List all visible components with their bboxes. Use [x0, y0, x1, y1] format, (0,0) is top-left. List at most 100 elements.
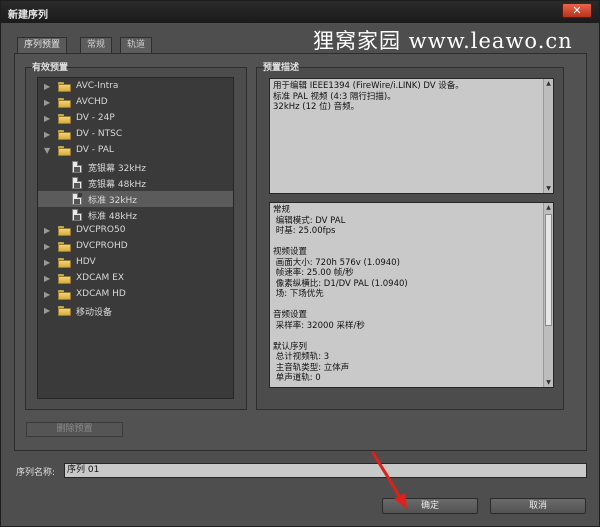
tree-item[interactable]: ▶ DVCPROHD [38, 239, 233, 255]
tab-tracks[interactable]: 轨道 [120, 37, 153, 53]
tree-item[interactable]: ▼ DV - PAL [38, 143, 233, 159]
tree-item-label: 宽银幕 32kHz [88, 164, 147, 174]
description-group-label: 预置描述 [263, 63, 300, 73]
scroll-down-icon[interactable]: ▼ [544, 184, 553, 193]
tree-item-label: 标准 48kHz [88, 212, 138, 222]
detail-line: 时基: 25.00fps [273, 226, 336, 236]
tree-item[interactable]: ▶ DV - 24P [38, 111, 233, 127]
tree-item[interactable]: ▶ AVC-Intra [38, 79, 233, 95]
tree-item[interactable]: ▶ AVCHD [38, 95, 233, 111]
scroll-up-icon[interactable]: ▲ [544, 203, 553, 212]
tree-item[interactable]: ▶ DV - NTSC [38, 127, 233, 143]
summary-scrollbar[interactable]: ▲ ▼ [543, 79, 553, 193]
summary-line: 用于编辑 IEEE1394 (FireWire/i.LINK) DV 设备。 [273, 81, 464, 91]
tree-item-label: DV - NTSC [76, 129, 123, 139]
detail-line: 音频设置 [273, 310, 308, 320]
detail-line: 像素纵横比: D1/DV PAL (1.0940) [273, 278, 408, 289]
detail-line: 主音轨类型: 立体声 [273, 362, 350, 373]
tree-item[interactable]: 宽银幕 32kHz [38, 159, 233, 175]
preset-details-text: 常规 编辑模式: DV PAL 时基: 25.00fps 视频设置 画面大小: … [273, 205, 550, 384]
tree-item[interactable]: ▶ HDV [38, 255, 233, 271]
folder-icon [58, 258, 71, 268]
folder-icon [58, 306, 71, 316]
detail-line: 编辑模式: DV PAL [273, 215, 346, 226]
folder-icon [58, 98, 71, 108]
tree-item[interactable]: 标准 32kHz [38, 191, 233, 207]
chevron-right-icon[interactable]: ▶ [44, 130, 54, 140]
tree-item-label: DV - PAL [76, 145, 114, 155]
close-button[interactable]: ✕ [562, 3, 592, 18]
dialog-title: 新建序列 [8, 10, 48, 21]
preset-summary-box[interactable]: 用于编辑 IEEE1394 (FireWire/i.LINK) DV 设备。 标准… [269, 78, 554, 194]
tree-item-label: XDCAM HD [76, 289, 126, 299]
detail-line: 总计视频轨: 3 [273, 352, 330, 362]
preset-file-icon [72, 161, 82, 173]
tree-item-label: 宽银幕 48kHz [88, 180, 147, 190]
detail-line [273, 237, 550, 248]
tree-item[interactable]: 标准 48kHz [38, 207, 233, 223]
folder-icon [58, 130, 71, 140]
sequence-name-input[interactable]: 序列 01 [64, 463, 587, 478]
detail-line: 默认序列 [273, 341, 308, 352]
detail-line [273, 331, 550, 342]
folder-icon [58, 226, 71, 236]
red-arrow-annotation [371, 451, 407, 509]
tree-item[interactable]: ▶ XDCAM EX [38, 271, 233, 287]
tree-item-label: DVCPROHD [76, 241, 128, 251]
sequence-name-label: 序列名称: [16, 468, 56, 478]
detail-line: 帧速率: 25.00 帧/秒 [273, 268, 354, 278]
chevron-right-icon[interactable]: ▶ [44, 306, 54, 316]
title-bar[interactable]: 新建序列 ✕ [1, 1, 599, 23]
detail-line: 场: 下场优先 [273, 289, 324, 299]
folder-icon [58, 242, 71, 252]
scroll-up-icon[interactable]: ▲ [544, 79, 553, 88]
chevron-right-icon[interactable]: ▶ [44, 114, 54, 124]
watermark-text: 狸窝家园 www.leawo.cn [313, 29, 573, 53]
preset-file-icon [72, 193, 82, 205]
detail-line: 画面大小: 720h 576v (1.0940) [273, 257, 400, 268]
folder-icon [58, 274, 71, 284]
chevron-right-icon[interactable]: ▶ [44, 242, 54, 252]
tree-item-label: AVC-Intra [76, 81, 119, 91]
chevron-down-icon[interactable]: ▼ [44, 146, 54, 156]
presets-group-label: 有效预置 [32, 63, 69, 73]
preset-file-icon [72, 177, 82, 189]
tree-item-label: DV - 24P [76, 113, 115, 123]
tree-item-label: DVCPRO50 [76, 225, 126, 235]
tree-item-label: AVCHD [76, 97, 108, 107]
folder-icon [58, 114, 71, 124]
delete-preset-button[interactable]: 删除预置 [26, 422, 123, 437]
tree-item[interactable]: 宽银幕 48kHz [38, 175, 233, 191]
detail-line [273, 300, 550, 311]
preset-file-icon [72, 209, 82, 221]
tree-item-label: 移动设备 [76, 308, 113, 318]
preset-details-box[interactable]: 常规 编辑模式: DV PAL 时基: 25.00fps 视频设置 画面大小: … [269, 202, 554, 388]
details-scrollbar[interactable]: ▲ ▼ [543, 203, 553, 387]
tree-item[interactable]: ▶ XDCAM HD [38, 287, 233, 303]
scrollbar-thumb[interactable] [545, 214, 552, 326]
presets-tree[interactable]: ▶ AVC-Intra ▶ AVCHD ▶ DV - 24P ▶ DV - NTSC ▼ DV -… [37, 77, 234, 399]
tab-sequence-presets[interactable]: 序列预置 [17, 37, 68, 54]
chevron-right-icon[interactable]: ▶ [44, 82, 54, 92]
summary-line: 标准 PAL 视频 (4:3 隔行扫描)。 [273, 91, 396, 102]
scroll-down-icon[interactable]: ▼ [544, 378, 553, 387]
chevron-right-icon[interactable]: ▶ [44, 258, 54, 268]
summary-line: 32kHz (12 位) 音频。 [273, 102, 360, 112]
tree-item[interactable]: ▶ 移动设备 [38, 303, 233, 319]
chevron-right-icon[interactable]: ▶ [44, 274, 54, 284]
chevron-right-icon[interactable]: ▶ [44, 98, 54, 108]
chevron-right-icon[interactable]: ▶ [44, 226, 54, 236]
tree-item-label: HDV [76, 257, 96, 267]
preset-summary-text: 用于编辑 IEEE1394 (FireWire/i.LINK) DV 设备。 标准… [273, 81, 550, 113]
folder-icon [58, 146, 71, 156]
chevron-right-icon[interactable]: ▶ [44, 290, 54, 300]
tree-item[interactable]: ▶ DVCPRO50 [38, 223, 233, 239]
tab-general[interactable]: 常规 [80, 37, 113, 53]
detail-line: 采样率: 32000 采样/秒 [273, 320, 365, 331]
detail-line: 常规 [273, 205, 291, 215]
tree-item-label: 标准 32kHz [88, 196, 138, 206]
cancel-button[interactable]: 取消 [490, 498, 586, 514]
new-sequence-dialog: 新建序列 ✕ 狸窝家园 www.leawo.cn 序列预置 常规 轨道 有效预置… [0, 0, 600, 527]
folder-icon [58, 82, 71, 92]
tree-item-label: XDCAM EX [76, 273, 125, 283]
